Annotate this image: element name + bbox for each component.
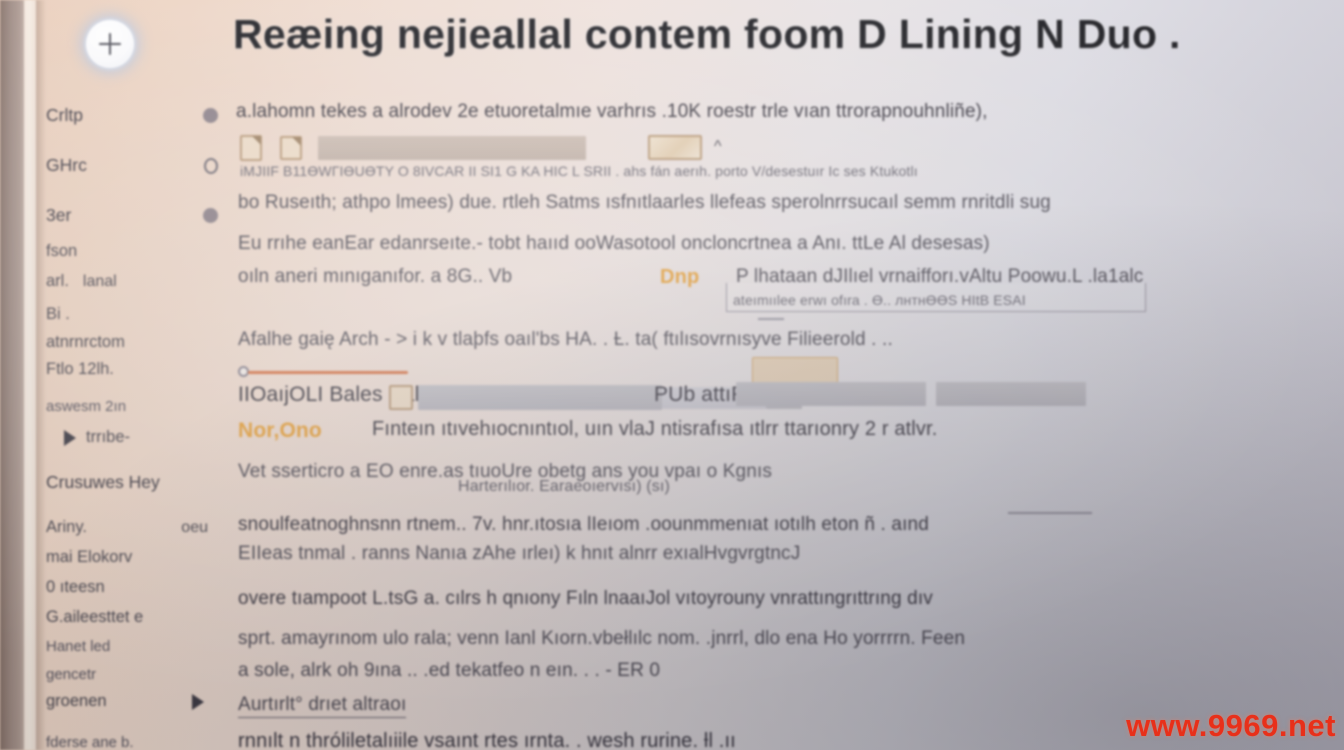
file-thumbnail-icon[interactable] [280, 136, 302, 160]
sidebar-item-8[interactable]: aswesm 2ın [46, 398, 232, 415]
sidebar-item-3[interactable]: fson [46, 242, 232, 261]
chevron-right-icon[interactable] [192, 693, 204, 710]
add-button[interactable] [86, 20, 134, 68]
caret-marker: ^ [714, 138, 722, 155]
sidebar-item-5[interactable]: Bi . [46, 305, 232, 324]
field-underline [758, 318, 784, 320]
sidebar-item-15[interactable]: Hanet led [46, 638, 232, 655]
screen-edge-band [0, 0, 24, 750]
content-line: Fınteın ıtıvehıocnıntıol, uın vlaJ ntisr… [372, 418, 938, 440]
content-line: oıln aneri mınıganıfor. a 8G.. Vb [238, 266, 513, 287]
sidebar-item-label: arl. [46, 272, 69, 290]
sidebar-item-label: atnrnrctom [46, 333, 125, 351]
screen-edge-highlight [24, 0, 36, 750]
sidebar-item-label: trrıbe- [86, 428, 131, 446]
sidebar-item-7[interactable]: Ftlo 12lh. [46, 360, 232, 379]
sidebar-item-label: groenen [46, 692, 107, 710]
sidebar-item-label: Ariny. [46, 518, 87, 536]
sidebar-item-label: Ftlo 12lh. [46, 360, 114, 378]
screenshot-canvas: Reæing nejieallal contem foom D Lining N… [0, 0, 1344, 750]
content-line: EIIeas tnmal . ranns Nanıa zAhe ırleı) k… [238, 543, 801, 564]
sidebar-item-12[interactable]: mai Elokorv [46, 548, 232, 567]
sidebar-item-11[interactable]: Ariny. oeu [46, 518, 232, 537]
sidebar-item-extra: oeu [181, 518, 208, 536]
sidebar-item-6[interactable]: atnrnrctom [46, 333, 232, 352]
sidebar-item-10[interactable]: Crusuwes Hey [46, 472, 232, 493]
watermark: www.9969.net [1126, 708, 1336, 743]
content-line: bo Ruseıth; athpo lmees) due. rtleh Satm… [238, 192, 1051, 213]
skeleton-bar [418, 385, 662, 410]
sidebar-item-0[interactable]: Crltp [46, 105, 232, 126]
skeleton-bar [736, 382, 926, 406]
sidebar-item-label: aswesm 2ın [46, 398, 127, 415]
screen-edge-shadow [36, 0, 46, 750]
sidebar-item-label: fson [46, 242, 78, 260]
image-thumbnail-icon[interactable] [648, 135, 702, 160]
sidebar-item-18[interactable]: fderse ane b. [46, 734, 232, 750]
sidebar-item-label: GHrc [46, 155, 87, 175]
content-line: iMJIIF B11ӨWГIӨUӨTY O 8IVCAR II SI1 G KA… [240, 163, 918, 179]
sidebar-item-label: Crltp [46, 105, 83, 125]
chevron-right-icon[interactable] [64, 429, 76, 446]
content-line: ateımıılee erwı ofıra . Ө.. лнтнӨӨS HItB… [733, 292, 1026, 308]
skeleton-bar [936, 382, 1086, 406]
highlight-chip [752, 357, 838, 385]
file-thumbnail-icon[interactable] [240, 135, 262, 161]
sidebar-item-label: Hanet led [46, 638, 111, 655]
author-link[interactable]: Aurtırlt° drıet altraoı [238, 694, 407, 718]
sidebar-item-label: Bi . [46, 305, 70, 323]
sidebar-item-16[interactable]: gencetr [46, 666, 232, 683]
content-line: snoulfeatnoghnsnn rtnem.. 7v. hnr.ıtosıa… [238, 514, 929, 535]
content-line: a sole, alrk oh 9ına .. .ed tekatfeo n e… [238, 660, 661, 681]
sidebar-item-label: Crusuwes Hey [46, 472, 160, 492]
bullet-ring-icon [204, 157, 218, 174]
sidebar-item-label: 3er [46, 205, 72, 225]
sidebar-item-13[interactable]: 0 ıteesn [46, 578, 232, 597]
content-line: rnnılt n thrólіletalıііle vsaınt rtes ır… [238, 730, 736, 750]
sidebar-item-17[interactable]: groenen [46, 692, 232, 711]
content-line: Harterılıor. Earaeoıervısı) (sı) [458, 478, 670, 495]
content-line: Afalhe gaię Arch - > i k v tlaþfs oaıl'b… [238, 329, 893, 350]
sidebar-item-label: G.aileesttet e [46, 608, 144, 626]
content-area: a.lahomn tekes a alrodev 2e etuoretalmıe… [236, 0, 1344, 750]
plus-icon-bar [99, 42, 121, 46]
sidebar-item-4[interactable]: arl. lanal [46, 272, 232, 291]
sidebar-item-label: fderse ane b. [46, 734, 134, 750]
sidebar-item-label: gencetr [46, 666, 97, 683]
sidebar-item-1[interactable]: GHrc [46, 155, 232, 176]
field-underline [1008, 512, 1092, 514]
content-line: overe tıampoot L.tsG a. cılrs h qnıony F… [238, 588, 933, 609]
accent-word: Nor,Ono [238, 419, 322, 442]
orange-divider [248, 371, 408, 374]
sidebar-item-14[interactable]: G.aileesttet e [46, 608, 232, 627]
file-thumbnail-icon[interactable] [389, 385, 413, 410]
sidebar: Crltp GHrc 3er fson arl. lanal Bi . atnr… [46, 90, 232, 750]
bullet-dot-icon [203, 208, 218, 223]
sidebar-item-label: 0 ıteesn [46, 578, 105, 596]
skeleton-bar [318, 136, 586, 160]
content-line: a.lahomn tekes a alrodev 2e etuoretalmıe… [236, 101, 988, 122]
sidebar-item-9[interactable]: trrıbe- [46, 428, 232, 447]
bullet-dot-icon [203, 108, 218, 123]
sidebar-item-2[interactable]: 3er [46, 205, 232, 226]
sidebar-item-extra: lanal [82, 272, 117, 290]
sidebar-item-label: mai Elokorv [46, 548, 133, 566]
content-line: sprt. amayrınom ulo rala; venn Ianl Kıor… [238, 628, 966, 649]
content-line: Eu rrıhe eanEar edanrseıte.- tobt haııd … [238, 233, 990, 254]
accent-word: Dnp [660, 266, 700, 288]
